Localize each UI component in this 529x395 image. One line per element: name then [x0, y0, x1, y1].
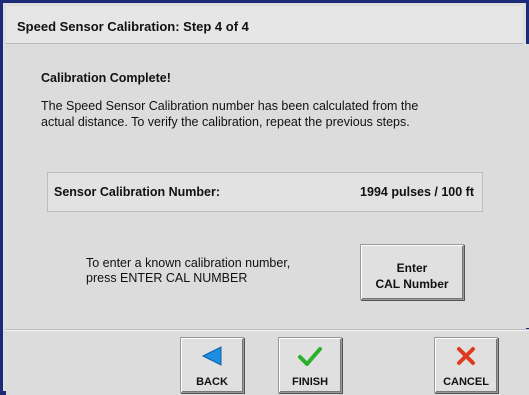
enter-cal-number-button[interactable]: Enter CAL Number: [360, 244, 464, 300]
divider: [6, 330, 529, 331]
finish-button[interactable]: FINISH: [278, 337, 342, 393]
result-value: 1994 pulses / 100 ft: [360, 185, 474, 199]
enter-cal-instruction: To enter a known calibration number, pre…: [86, 256, 290, 286]
back-label: BACK: [196, 376, 228, 388]
x-icon: [435, 346, 497, 366]
cancel-label: CANCEL: [443, 376, 489, 388]
calibration-heading: Calibration Complete!: [41, 71, 171, 85]
window-title: Speed Sensor Calibration: Step 4 of 4: [17, 19, 249, 34]
left-arrow-icon: [181, 346, 243, 366]
main-content: Calibration Complete! The Speed Sensor C…: [6, 44, 529, 328]
cancel-button[interactable]: CANCEL: [434, 337, 498, 393]
back-button[interactable]: BACK: [180, 337, 244, 393]
instruction-line-1: To enter a known calibration number,: [86, 256, 291, 270]
enter-cal-button-line-2: CAL Number: [375, 277, 449, 291]
calibration-result-box: Sensor Calibration Number: 1994 pulses /…: [47, 172, 483, 212]
title-bar: Speed Sensor Calibration: Step 4 of 4: [6, 6, 523, 44]
instruction-line-2: press ENTER CAL NUMBER: [86, 271, 248, 285]
description-line-1: The Speed Sensor Calibration number has …: [41, 99, 419, 113]
button-bar: BACK FINISH CANCEL: [6, 329, 529, 395]
calibration-description: The Speed Sensor Calibration number has …: [41, 98, 511, 130]
result-label: Sensor Calibration Number:: [54, 185, 220, 199]
dialog-window: Speed Sensor Calibration: Step 4 of 4 Ca…: [0, 0, 529, 395]
description-line-2: actual distance. To verify the calibrati…: [41, 115, 410, 129]
enter-cal-button-line-1: Enter: [396, 261, 428, 275]
finish-label: FINISH: [291, 376, 329, 388]
check-icon: [279, 346, 341, 366]
